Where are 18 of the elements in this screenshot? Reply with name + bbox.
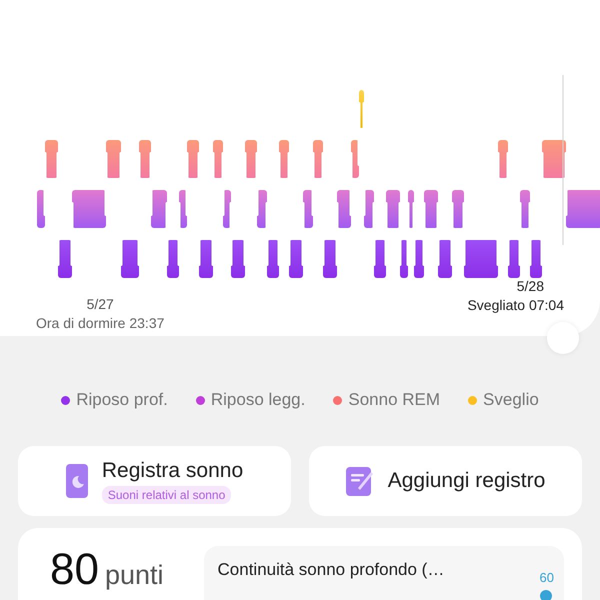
note-pen-icon bbox=[346, 466, 374, 496]
record-sleep-button[interactable]: Registra sonno Suoni relativi al sonno bbox=[18, 446, 291, 516]
legend-label: Riposo prof. bbox=[76, 390, 168, 410]
score-unit: punti bbox=[104, 561, 164, 591]
reading-dot bbox=[540, 590, 552, 600]
legend-label: Riposo legg. bbox=[210, 390, 306, 410]
legend-label: Sonno REM bbox=[348, 390, 440, 410]
reading-label: 60 bbox=[540, 570, 554, 585]
panel-title: Continuità sonno profondo (… bbox=[218, 560, 444, 580]
end-date: 5/28 bbox=[516, 278, 544, 294]
wake-time-label: Svegliato 07:04 bbox=[467, 297, 564, 313]
add-record-button[interactable]: Aggiungi registro bbox=[309, 446, 582, 516]
start-date: 5/27 bbox=[86, 296, 114, 312]
legend-label: Sveglio bbox=[483, 390, 539, 410]
deep-sleep-panel[interactable]: Continuità sonno profondo (… 60 bbox=[204, 546, 564, 600]
bedtime-label: Ora di dormire 23:37 bbox=[36, 315, 164, 331]
score-value: 80 bbox=[50, 546, 99, 594]
phone-moon-icon bbox=[66, 464, 88, 498]
